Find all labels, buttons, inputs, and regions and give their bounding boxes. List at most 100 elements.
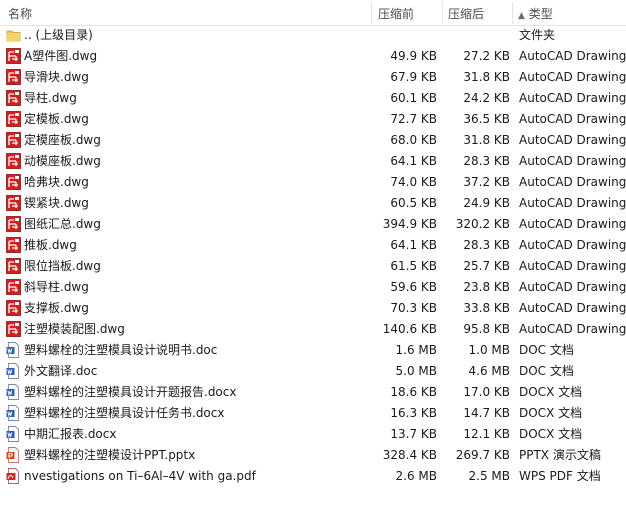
file-row[interactable]: 锲紧块.dwg 60.5 KB 24.9 KB AutoCAD Drawing	[0, 193, 626, 214]
file-name: 动模座板.dwg	[24, 154, 101, 168]
file-row[interactable]: 塑料螺栓的注塑模具设计任务书.docx 16.3 KB 14.7 KB DOCX 文档	[0, 403, 626, 424]
file-row[interactable]: 斜导柱.dwg 59.6 KB 23.8 KB AutoCAD Drawing	[0, 277, 626, 298]
folder-icon	[6, 27, 21, 43]
file-type: DOC 文档	[519, 364, 574, 378]
column-divider[interactable]	[442, 2, 443, 24]
file-name: 锲紧块.dwg	[24, 196, 89, 210]
file-size: 328.4 KB	[382, 448, 437, 462]
file-name: 中期汇报表.docx	[24, 427, 117, 441]
file-name: 导柱.dwg	[24, 91, 77, 105]
file-size: 64.1 KB	[390, 154, 437, 168]
dwg-icon	[6, 321, 21, 337]
file-row[interactable]: 塑料螺栓的注塑模具设计说明书.doc 1.6 MB 1.0 MB DOC 文档	[0, 340, 626, 361]
file-row[interactable]: A塑件图.dwg 49.9 KB 27.2 KB AutoCAD Drawing	[0, 46, 626, 67]
file-row[interactable]: 定模板.dwg 72.7 KB 36.5 KB AutoCAD Drawing	[0, 109, 626, 130]
dwg-icon	[6, 237, 21, 253]
file-packed-size: 24.2 KB	[463, 91, 510, 105]
file-name: 推板.dwg	[24, 238, 77, 252]
file-row[interactable]: 限位挡板.dwg 61.5 KB 25.7 KB AutoCAD Drawing	[0, 256, 626, 277]
file-row[interactable]: 定模座板.dwg 68.0 KB 31.8 KB AutoCAD Drawing	[0, 130, 626, 151]
doc-icon	[6, 426, 21, 442]
file-packed-size: 36.5 KB	[463, 112, 510, 126]
file-row[interactable]: 哈弗块.dwg 74.0 KB 37.2 KB AutoCAD Drawing	[0, 172, 626, 193]
file-name: 图纸汇总.dwg	[24, 217, 101, 231]
file-size: 60.5 KB	[390, 196, 437, 210]
file-name: 外文翻译.doc	[24, 364, 98, 378]
file-size: 70.3 KB	[390, 301, 437, 315]
file-type: AutoCAD Drawing	[519, 70, 626, 84]
file-packed-size: 33.8 KB	[463, 301, 510, 315]
file-name: 斜导柱.dwg	[24, 280, 89, 294]
file-packed-size: 2.5 MB	[468, 469, 510, 483]
file-size: 140.6 KB	[382, 322, 437, 336]
file-packed-size: 28.3 KB	[463, 238, 510, 252]
doc-icon	[6, 363, 21, 379]
ppt-icon	[6, 447, 21, 463]
file-packed-size: 24.9 KB	[463, 196, 510, 210]
file-row[interactable]: 塑料螺栓的注塑模具设计开题报告.docx 18.6 KB 17.0 KB DOCX 文…	[0, 382, 626, 403]
file-packed-size: 4.6 MB	[468, 364, 510, 378]
file-type: AutoCAD Drawing	[519, 238, 626, 252]
file-type: DOC 文档	[519, 343, 574, 357]
file-size: 394.9 KB	[382, 217, 437, 231]
file-row[interactable]: 外文翻译.doc 5.0 MB 4.6 MB DOC 文档	[0, 361, 626, 382]
column-header-name[interactable]: 名称	[8, 0, 32, 25]
column-header-type-label: 类型	[528, 7, 553, 21]
file-packed-size: 31.8 KB	[463, 70, 510, 84]
file-size: 72.7 KB	[390, 112, 437, 126]
file-row[interactable]: 导滑块.dwg 67.9 KB 31.8 KB AutoCAD Drawing	[0, 67, 626, 88]
file-row[interactable]: 塑料螺栓的注塑模设计PPT.pptx 328.4 KB 269.7 KB PPTX 演…	[0, 445, 626, 466]
column-header-type[interactable]: ▲ 类型	[518, 0, 553, 25]
file-name: 定模座板.dwg	[24, 133, 101, 147]
doc-icon	[6, 342, 21, 358]
column-divider[interactable]	[512, 2, 513, 24]
file-row[interactable]: 中期汇报表.docx 13.7 KB 12.1 KB DOCX 文档	[0, 424, 626, 445]
file-type: AutoCAD Drawing	[519, 301, 626, 315]
file-type: DOCX 文档	[519, 427, 583, 441]
column-header-bar: 名称 压缩前 压缩后 ▲ 类型	[0, 0, 626, 26]
column-header-compressed[interactable]: 压缩前	[378, 0, 414, 25]
file-packed-size: 95.8 KB	[463, 322, 510, 336]
dwg-icon	[6, 300, 21, 316]
file-name: 定模板.dwg	[24, 112, 89, 126]
dwg-icon	[6, 153, 21, 169]
file-type: 文件夹	[519, 28, 556, 42]
file-size: 67.9 KB	[390, 70, 437, 84]
file-packed-size: 25.7 KB	[463, 259, 510, 273]
column-header-packed[interactable]: 压缩后	[448, 0, 484, 25]
file-size: 5.0 MB	[395, 364, 437, 378]
file-row[interactable]: 支撑板.dwg 70.3 KB 33.8 KB AutoCAD Drawing	[0, 298, 626, 319]
file-size: 2.6 MB	[395, 469, 437, 483]
file-row[interactable]: nvestigations on Ti–6Al–4V with ga.pdf 2.…	[0, 466, 626, 487]
column-divider[interactable]	[371, 2, 372, 24]
file-size: 64.1 KB	[390, 238, 437, 252]
file-name: 限位挡板.dwg	[24, 259, 101, 273]
file-type: DOCX 文档	[519, 406, 583, 420]
file-name: nvestigations on Ti–6Al–4V with ga.pdf	[24, 469, 256, 483]
sort-ascending-icon: ▲	[518, 11, 525, 21]
file-name: A塑件图.dwg	[24, 49, 98, 63]
file-type: AutoCAD Drawing	[519, 154, 626, 168]
file-size: 68.0 KB	[390, 133, 437, 147]
file-row[interactable]: 注塑模装配图.dwg 140.6 KB 95.8 KB AutoCAD Drawing	[0, 319, 626, 340]
file-size: 49.9 KB	[390, 49, 437, 63]
dwg-icon	[6, 69, 21, 85]
file-type: AutoCAD Drawing	[519, 175, 626, 189]
parent-directory-row[interactable]: .. (上级目录) 文件夹	[0, 25, 626, 46]
dwg-icon	[6, 132, 21, 148]
file-type: AutoCAD Drawing	[519, 259, 626, 273]
file-row[interactable]: 图纸汇总.dwg 394.9 KB 320.2 KB AutoCAD Drawing	[0, 214, 626, 235]
file-name: 哈弗块.dwg	[24, 175, 89, 189]
file-row[interactable]: 动模座板.dwg 64.1 KB 28.3 KB AutoCAD Drawing	[0, 151, 626, 172]
file-size: 13.7 KB	[390, 427, 437, 441]
file-type: AutoCAD Drawing	[519, 217, 626, 231]
file-type: AutoCAD Drawing	[519, 322, 626, 336]
file-packed-size: 23.8 KB	[463, 280, 510, 294]
file-row[interactable]: 推板.dwg 64.1 KB 28.3 KB AutoCAD Drawing	[0, 235, 626, 256]
file-row[interactable]: 导柱.dwg 60.1 KB 24.2 KB AutoCAD Drawing	[0, 88, 626, 109]
file-type: PPTX 演示文稿	[519, 448, 601, 462]
file-type: AutoCAD Drawing	[519, 91, 626, 105]
pdf-icon	[6, 468, 21, 484]
file-packed-size: 37.2 KB	[463, 175, 510, 189]
file-packed-size: 31.8 KB	[463, 133, 510, 147]
